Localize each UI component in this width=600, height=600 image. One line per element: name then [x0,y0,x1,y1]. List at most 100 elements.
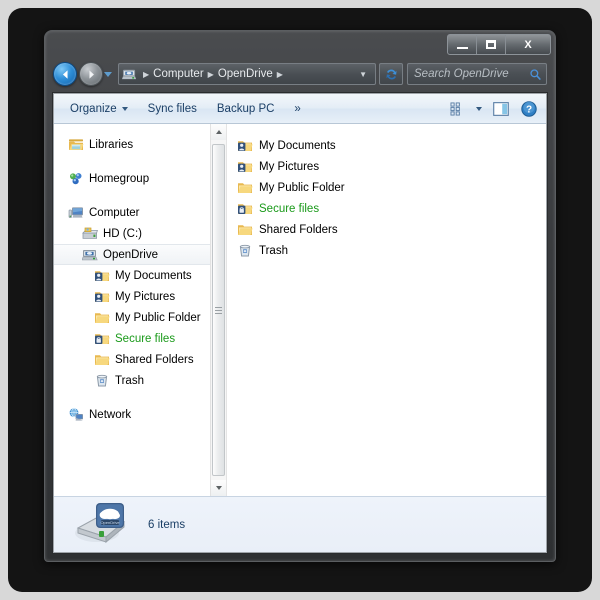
nav-item-shared-folders[interactable]: Shared Folders [54,349,226,370]
recent-pages-button[interactable] [104,71,116,77]
nav-item-computer[interactable]: Computer [54,202,226,223]
scroll-up-button[interactable] [211,124,226,140]
folder-icon [237,222,253,237]
change-view-dropdown[interactable] [471,97,487,121]
nav-item-homegroup[interactable]: Homegroup [54,168,226,189]
nav-item-label: My Public Folder [115,311,201,324]
breadcrumb-separator: ▶ [276,69,283,79]
nav-item-label: Trash [115,374,144,387]
nav-item-my-pictures[interactable]: My Pictures [54,286,226,307]
search-input[interactable] [414,68,529,80]
nav-item-network[interactable]: Network [54,404,226,425]
triangle-up-icon [215,130,222,134]
breadcrumb-separator: ▶ [143,69,150,79]
preview-pane-button[interactable] [487,97,515,121]
backup-pc-button[interactable]: Backup PC [207,97,285,121]
chevron-down-icon [476,106,482,111]
navigation-tree: Libraries Homegroup Computer HD (C:) OpenDri… [54,124,226,425]
close-icon: X [524,38,532,51]
nav-item-label: Homegroup [89,172,150,185]
breadcrumb-item-opendrive[interactable]: OpenDrive [218,68,273,80]
file-list-item[interactable]: Shared Folders [237,219,546,240]
nav-item-my-public-folder[interactable]: My Public Folder [54,307,226,328]
maximize-button[interactable] [477,35,506,54]
organize-label: Organize [70,102,117,115]
sync-files-button[interactable]: Sync files [138,97,207,121]
search-box[interactable] [407,63,547,85]
nav-item-label: My Pictures [115,290,176,303]
window-controls: X [447,34,551,55]
panes-container: Libraries Homegroup Computer HD (C:) OpenDri… [54,124,546,496]
nav-item-label: Computer [89,206,140,219]
trash-icon [94,373,110,388]
overflow-button[interactable]: » [284,97,310,121]
forward-arrow-icon [88,69,94,79]
file-list-item[interactable]: My Documents [237,135,546,156]
breadcrumb-dropdown-button[interactable]: ▼ [355,70,373,79]
trash-icon [237,243,253,258]
nav-item-label: OpenDrive [103,248,158,261]
nav-item-hd-c[interactable]: HD (C:) [54,223,226,244]
nav-item-label: Libraries [89,138,134,151]
refresh-icon [385,69,397,79]
folder-user-icon [237,138,253,153]
help-button[interactable]: ? [515,97,543,121]
nav-item-opendrive[interactable]: OpenDrive [54,244,226,265]
file-list-item[interactable]: My Pictures [237,156,546,177]
change-view-button[interactable] [443,97,471,121]
file-list-item[interactable]: Secure files [237,198,546,219]
backup-pc-label: Backup PC [216,102,275,115]
search-icon[interactable] [529,68,542,81]
file-list-pane[interactable]: My Documents My Pictures My Public Folder S… [227,124,546,496]
folder-lock-icon [94,331,110,346]
back-button[interactable] [53,62,77,86]
minimize-button[interactable] [448,35,477,54]
navigation-scrollbar[interactable] [210,124,226,496]
close-button[interactable]: X [506,35,550,54]
nav-item-label: My Documents [115,269,192,282]
help-icon: ? [521,100,537,117]
nav-item-label: Shared Folders [115,353,194,366]
folder-lock-icon [237,201,253,216]
file-item-label: Secure files [259,202,320,215]
svg-text:?: ? [526,104,532,115]
opendrive-drive-icon [81,247,98,262]
explorer-client-area: Organize Sync files Backup PC » ? Librar… [53,93,547,553]
breadcrumb-item-computer[interactable]: Computer [153,68,204,80]
status-item-count: 6 items [148,518,186,531]
folder-icon [94,352,110,367]
file-list-item[interactable]: My Public Folder [237,177,546,198]
nav-item-my-documents[interactable]: My Documents [54,265,226,286]
nav-item-secure-files[interactable]: Secure files [54,328,226,349]
folder-icon [237,180,253,195]
title-bar[interactable]: X [45,31,555,59]
change-view-icon [450,101,460,116]
command-bar: Organize Sync files Backup PC » ? [54,94,546,124]
folder-user-icon [94,289,110,304]
breadcrumb[interactable]: ▶ Computer ▶ OpenDrive ▶ ▼ [118,63,376,85]
refresh-button[interactable] [379,63,403,85]
nav-item-label: HD (C:) [103,227,142,240]
navigation-pane: Libraries Homegroup Computer HD (C:) OpenDri… [54,124,226,496]
scroll-down-button[interactable] [211,480,226,496]
breadcrumb-separator: ▶ [207,69,214,79]
scrollbar-track[interactable] [211,140,226,480]
nav-item-libraries[interactable]: Libraries [54,134,226,155]
back-arrow-icon [62,69,68,79]
sync-files-label: Sync files [147,102,197,115]
forward-button[interactable] [79,62,103,86]
minimize-icon [456,46,468,49]
overflow-label: » [294,102,301,115]
file-item-label: My Documents [259,139,336,152]
network-icon [68,407,84,422]
nav-item-trash[interactable]: Trash [54,370,226,391]
organize-button[interactable]: Organize [60,97,138,121]
opendrive-cloud-drive-icon: OpenDrive [72,500,130,549]
chevron-down-icon [121,106,128,111]
desktop-background: X ▶ Computer ▶ OpenDrive ▶ ▼ Search Open… [8,8,592,592]
file-list-item[interactable]: Trash [237,240,546,261]
scrollbar-thumb[interactable] [212,144,225,476]
address-bar: ▶ Computer ▶ OpenDrive ▶ ▼ [53,59,547,89]
folder-icon [94,310,110,325]
harddisk-icon [82,226,98,241]
